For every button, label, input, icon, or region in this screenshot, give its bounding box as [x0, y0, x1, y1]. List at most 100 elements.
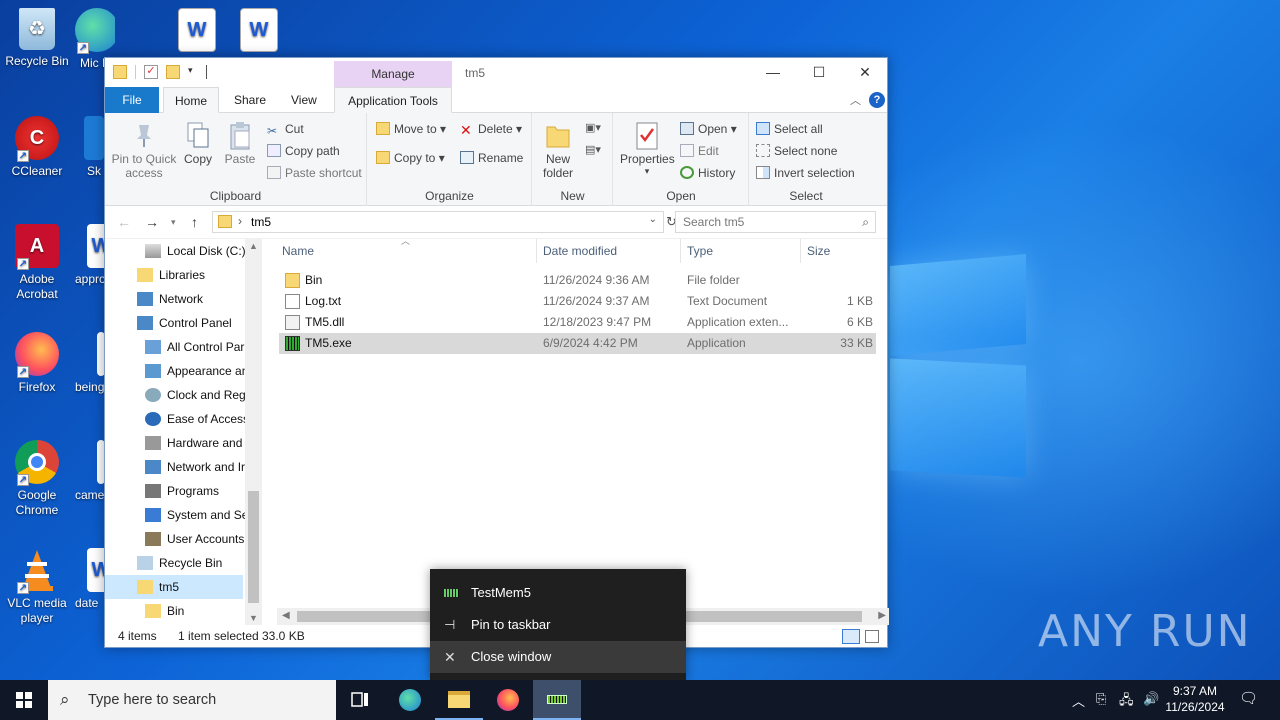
maximize-button[interactable]: ☐ [796, 58, 842, 87]
back-arrow-icon[interactable]: ← [117, 214, 131, 230]
nav-pane-scrollbar[interactable]: ▲ ▼ [245, 239, 262, 625]
nav-item-programs[interactable]: Programs [105, 479, 245, 503]
tab-file[interactable]: File [105, 87, 159, 113]
minimize-button[interactable]: — [750, 58, 796, 87]
nav-item-local-disk[interactable]: Local Disk (C:) [105, 239, 245, 263]
desktop-icon-word-doc-2[interactable]: W [222, 8, 296, 56]
scroll-thumb[interactable] [248, 491, 259, 603]
properties-icon[interactable]: ✓ [144, 65, 158, 79]
start-button[interactable] [0, 680, 48, 720]
jump-item-pin-taskbar[interactable]: ⊣ Pin to taskbar [430, 609, 686, 641]
rename-button[interactable]: Rename [460, 151, 523, 165]
taskbar-edge[interactable] [386, 680, 434, 720]
desktop-icon-vlc[interactable]: ↗ VLC media player [0, 548, 74, 626]
nav-item-appearance[interactable]: Appearance an [105, 359, 245, 383]
large-icons-view-icon[interactable] [865, 630, 879, 643]
nav-item-hardware[interactable]: Hardware and [105, 431, 245, 455]
desktop-icon-came[interactable]: came [75, 440, 104, 503]
column-header-size[interactable]: Size [807, 239, 830, 263]
desktop-icon-date[interactable]: W date [75, 548, 104, 611]
new-folder-icon[interactable] [166, 65, 180, 79]
new-folder-button[interactable]: New folder [539, 121, 577, 180]
forward-arrow-icon[interactable]: → [145, 214, 159, 230]
desktop-icon-google-chrome[interactable]: ↗ Google Chrome [0, 440, 74, 518]
show-hidden-icons-chevron[interactable]: ︿ [1072, 691, 1085, 710]
desktop-icon-adobe-acrobat[interactable]: A ↗ Adobe Acrobat [0, 224, 74, 302]
nav-item-tm5[interactable]: tm5 [105, 575, 243, 599]
details-view-icon[interactable] [842, 629, 860, 644]
close-button[interactable]: ✕ [842, 58, 888, 87]
scroll-left-icon[interactable]: ◀ [282, 610, 290, 621]
jump-item-app[interactable]: TestMem5 [430, 577, 686, 609]
nav-item-control-panel[interactable]: Control Panel [105, 311, 245, 335]
copy-path-button[interactable]: Copy path [267, 144, 340, 158]
task-view-button[interactable] [336, 680, 384, 720]
nav-item-network-internet[interactable]: Network and Ir [105, 455, 245, 479]
edit-button[interactable]: Edit [680, 144, 719, 158]
tab-application-tools[interactable]: Application Tools [334, 87, 452, 113]
column-header-name[interactable]: Name [282, 239, 314, 263]
tab-home[interactable]: Home [163, 87, 220, 113]
invert-selection-button[interactable]: Invert selection [756, 166, 855, 180]
device-icon[interactable]: ⎘ [1096, 691, 1106, 707]
select-all-button[interactable]: Select all [756, 122, 823, 136]
delete-button[interactable]: ✕ Delete ▾ [460, 122, 522, 137]
taskbar-clock[interactable]: 9:37 AM 11/26/2024 [1160, 683, 1230, 715]
pin-quick-access-button[interactable]: Pin to Quick access [111, 121, 177, 180]
column-header-date[interactable]: Date modified [543, 239, 617, 263]
file-row-bin[interactable]: Bin 11/26/2024 9:36 AM File folder [279, 270, 876, 291]
breadcrumb-current[interactable]: tm5 [251, 215, 271, 229]
properties-button[interactable]: Properties ▾ [620, 121, 675, 177]
network-icon[interactable]: 🖧 [1119, 691, 1134, 713]
desktop-icon-appro[interactable]: W appro [75, 224, 104, 287]
collapse-ribbon-icon[interactable]: ︿ [850, 92, 861, 108]
desktop-icon-firefox[interactable]: ↗ Firefox [0, 332, 74, 395]
jump-item-close-window[interactable]: ✕ Close window [430, 641, 686, 673]
paste-button[interactable]: Paste [223, 121, 257, 166]
move-to-button[interactable]: Move to ▾ [376, 122, 446, 136]
new-item-icon[interactable]: ▣▾ [585, 121, 601, 134]
nav-item-network[interactable]: Network [105, 287, 245, 311]
nav-item-system-security[interactable]: System and Se [105, 503, 245, 527]
column-header-type[interactable]: Type [687, 239, 713, 263]
history-button[interactable]: History [680, 166, 735, 180]
desktop-icon-ccleaner[interactable]: C ↗ CCleaner [0, 116, 74, 179]
nav-item-user-accounts[interactable]: User Accounts [105, 527, 245, 551]
address-dropdown-chevron-icon[interactable]: ⌄ [649, 214, 657, 225]
up-arrow-icon[interactable]: ↑ [191, 214, 198, 230]
file-row-log-txt[interactable]: Log.txt 11/26/2024 9:37 AM Text Document… [279, 291, 876, 312]
taskbar-testmem5[interactable] [533, 680, 581, 720]
tab-share[interactable]: Share [223, 87, 277, 113]
copy-to-button[interactable]: Copy to ▾ [376, 151, 445, 165]
tab-view[interactable]: View [280, 87, 328, 113]
desktop-icon-sk[interactable]: Sk [84, 116, 104, 179]
desktop-icon-recycle-bin[interactable]: ♻ Recycle Bin [0, 8, 74, 69]
taskbar-file-explorer[interactable] [435, 680, 483, 720]
search-input[interactable]: Search tm5 ⌕ [675, 211, 876, 233]
file-row-tm5-exe[interactable]: TM5.exe 6/9/2024 4:42 PM Application 33 … [279, 333, 876, 354]
notification-icon[interactable]: 🗨 [1239, 689, 1258, 707]
taskbar-firefox[interactable] [484, 680, 532, 720]
nav-item-ease-of-access[interactable]: Ease of Access [105, 407, 245, 431]
paste-shortcut-button[interactable]: Paste shortcut [267, 166, 362, 180]
nav-item-recycle-bin[interactable]: Recycle Bin [105, 551, 245, 575]
help-icon[interactable]: ? [869, 92, 885, 108]
volume-icon[interactable]: 🔊 [1143, 691, 1159, 707]
easy-access-icon[interactable]: ▤▾ [585, 143, 601, 156]
desktop-icon-being[interactable]: being [75, 332, 104, 395]
file-row-tm5-dll[interactable]: TM5.dll 12/18/2023 9:47 PM Application e… [279, 312, 876, 333]
nav-item-clock-region[interactable]: Clock and Regi [105, 383, 245, 407]
address-box[interactable]: › tm5 ⌄ [212, 211, 664, 233]
recent-locations-chevron-icon[interactable]: ▾ [171, 217, 176, 228]
nav-item-libraries[interactable]: Libraries [105, 263, 245, 287]
select-none-button[interactable]: Select none [756, 144, 837, 158]
manage-context-tab[interactable]: Manage [334, 61, 452, 87]
nav-item-all-control-panel[interactable]: All Control Par [105, 335, 245, 359]
nav-item-bin[interactable]: Bin [105, 599, 245, 623]
copy-button[interactable]: Copy [181, 121, 215, 166]
open-button[interactable]: Open ▾ [680, 122, 737, 136]
customize-qat-icon[interactable]: ▾ [188, 65, 198, 79]
scroll-down-icon[interactable]: ▼ [249, 613, 258, 623]
cut-button[interactable]: ✂ Cut [267, 122, 304, 138]
scroll-right-icon[interactable]: ▶ [878, 610, 886, 621]
